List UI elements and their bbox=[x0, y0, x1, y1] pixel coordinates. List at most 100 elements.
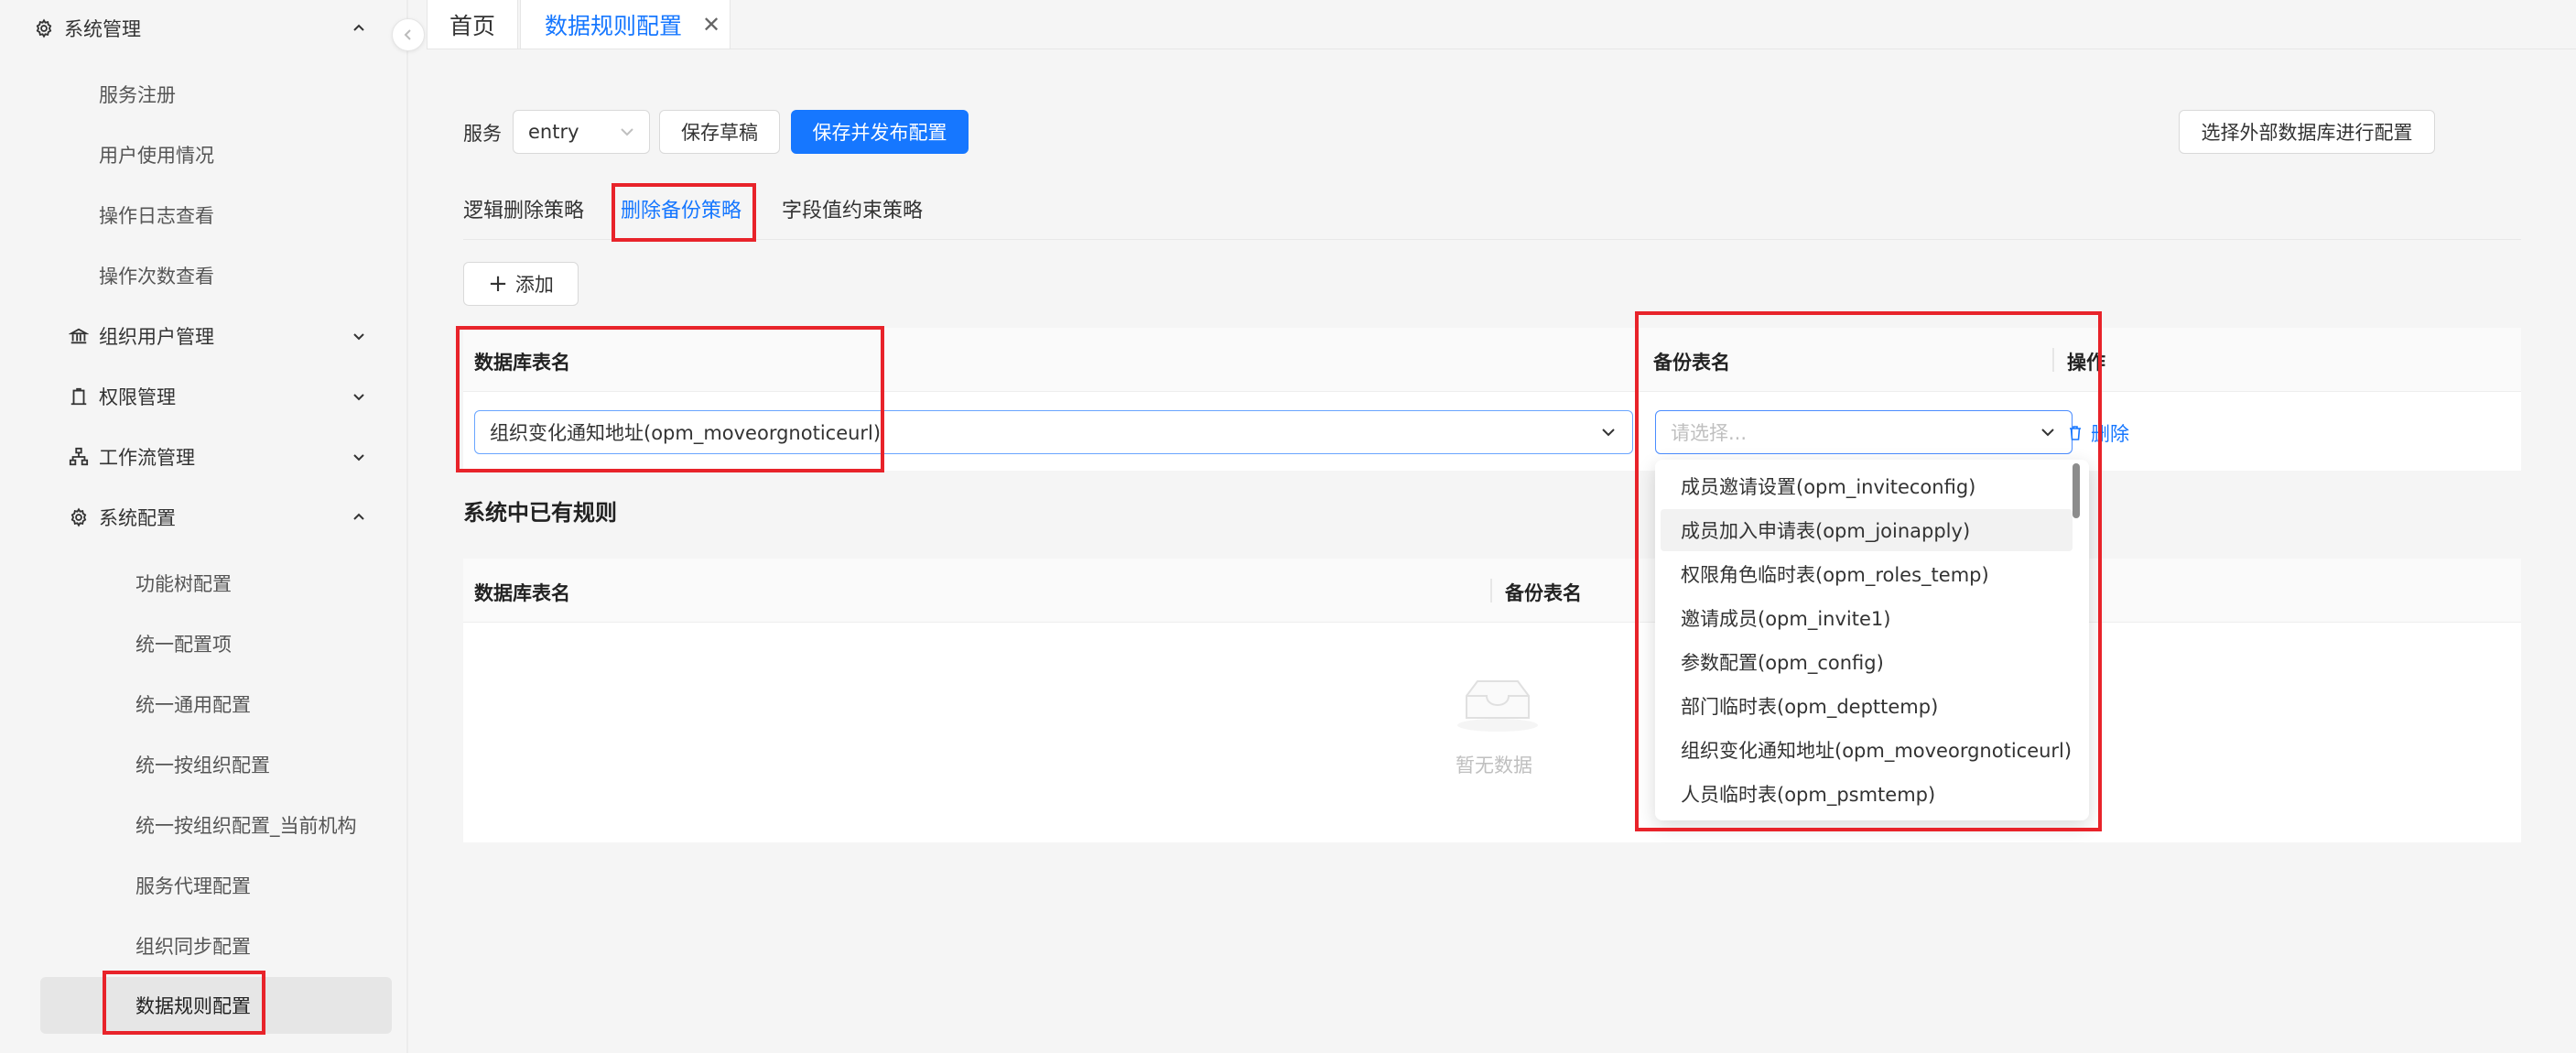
sidebar-item-unified-org[interactable]: 统一按组织配置 bbox=[135, 741, 270, 788]
plus-icon: + bbox=[488, 270, 508, 298]
service-select-value: entry bbox=[528, 121, 579, 143]
sidebar-group-label: 系统管理 bbox=[64, 18, 141, 40]
sidebar-item-label: 功能树配置 bbox=[135, 573, 232, 595]
dropdown-option[interactable]: 部门临时表(opm_depttemp) bbox=[1661, 685, 2073, 727]
edit-table-row: 组织变化通知地址(opm_moveorgnoticeurl) 请选择... 删除 bbox=[463, 392, 2521, 471]
sidebar-item-label: 组织同步配置 bbox=[135, 936, 251, 958]
chevron-left-icon bbox=[404, 29, 411, 40]
chevron-down-icon bbox=[348, 325, 370, 347]
dropdown-option[interactable]: 参数配置(opm_config) bbox=[1661, 641, 2073, 683]
table-name-select[interactable]: 组织变化通知地址(opm_moveorgnoticeurl) bbox=[474, 410, 1633, 454]
sidebar-group-system-config[interactable]: 系统配置 bbox=[0, 494, 408, 541]
tab-delete-backup[interactable]: 删除备份策略 bbox=[621, 194, 741, 223]
delete-link[interactable]: 删除 bbox=[2067, 419, 2129, 447]
backup-placeholder: 请选择... bbox=[1671, 422, 1748, 444]
sidebar-item-org-sync[interactable]: 组织同步配置 bbox=[135, 922, 251, 970]
edit-table-header: 数据库表名 备份表名 操作 bbox=[463, 328, 2521, 392]
sidebar-item-service-register[interactable]: 服务注册 bbox=[99, 71, 176, 118]
tab-logical-delete[interactable]: 逻辑删除策略 bbox=[463, 194, 584, 223]
gear-icon bbox=[68, 506, 90, 528]
tab-home[interactable]: 首页 bbox=[427, 0, 518, 49]
sidebar-item-function-tree[interactable]: 功能树配置 bbox=[135, 559, 232, 607]
sidebar-group-system-management[interactable]: 系统管理 bbox=[0, 5, 408, 52]
dropdown-option[interactable]: 人员临时表(opm_psmtemp) bbox=[1661, 773, 2073, 815]
sidebar-item-label: 统一按组织配置_当前机构 bbox=[135, 815, 357, 837]
existing-table-header: 数据库表名 备份表名 bbox=[463, 559, 2521, 623]
sidebar-item-user-usage[interactable]: 用户使用情况 bbox=[99, 131, 214, 179]
empty-text: 暂无数据 bbox=[1456, 754, 1532, 776]
dropdown-option[interactable]: 成员邀请设置(opm_inviteconfig) bbox=[1661, 465, 2073, 507]
external-db-button[interactable]: 选择外部数据库进行配置 bbox=[2179, 110, 2435, 154]
dropdown-option[interactable]: 权限角色临时表(opm_roles_temp) bbox=[1661, 553, 2073, 595]
dropdown-scrollbar[interactable] bbox=[2073, 463, 2080, 518]
sidebar-item-operation-count[interactable]: 操作次数查看 bbox=[99, 252, 214, 299]
sidebar-group-label: 系统配置 bbox=[99, 507, 176, 529]
existing-table-body: 暂无数据 bbox=[463, 623, 2521, 842]
save-publish-button[interactable]: 保存并发布配置 bbox=[791, 110, 969, 154]
sidebar-item-label: 统一配置项 bbox=[135, 634, 232, 656]
sidebar-group-permission[interactable]: 权限管理 bbox=[0, 373, 408, 420]
tab-label: 数据规则配置 bbox=[545, 12, 683, 39]
subtab-divider bbox=[463, 239, 2521, 240]
workflow-icon bbox=[68, 446, 90, 468]
sidebar-item-label: 统一按组织配置 bbox=[135, 754, 270, 776]
chevron-down-icon bbox=[2041, 429, 2054, 437]
tab-bar: 首页 数据规则配置 ✕ bbox=[427, 0, 2576, 49]
sidebar-item-unified-general[interactable]: 统一通用配置 bbox=[135, 680, 251, 728]
sidebar-item-label: 操作日志查看 bbox=[99, 205, 214, 227]
col-separator bbox=[2052, 348, 2054, 372]
sidebar-collapse-button[interactable] bbox=[392, 18, 425, 51]
sidebar: 系统管理 服务注册 用户使用情况 操作日志查看 操作次数查看 组织用户管理 权限… bbox=[0, 0, 408, 1053]
empty-box-icon bbox=[1457, 680, 1538, 732]
chevron-down-icon bbox=[348, 446, 370, 468]
sidebar-item-label: 统一通用配置 bbox=[135, 694, 251, 716]
col-backup-name: 备份表名 bbox=[1653, 352, 1730, 374]
tab-field-constraint[interactable]: 字段值约束策略 bbox=[782, 194, 923, 223]
add-button-label: 添加 bbox=[514, 274, 554, 296]
col-separator bbox=[1490, 579, 1492, 602]
permission-icon bbox=[68, 385, 90, 407]
service-select[interactable]: entry bbox=[513, 110, 650, 154]
sidebar-item-label: 操作次数查看 bbox=[99, 266, 214, 288]
trash-icon bbox=[2070, 426, 2081, 440]
tab-data-rule-config[interactable]: 数据规则配置 ✕ bbox=[520, 0, 731, 49]
gear-icon bbox=[33, 17, 55, 39]
col-backup-name: 备份表名 bbox=[1505, 582, 1582, 604]
col-separator bbox=[1637, 348, 1639, 372]
sidebar-item-label: 服务注册 bbox=[99, 84, 176, 106]
sidebar-group-label: 工作流管理 bbox=[99, 447, 195, 469]
sidebar-item-unified-org-current[interactable]: 统一按组织配置_当前机构 bbox=[135, 801, 357, 849]
dropdown-option[interactable]: 邀请成员(opm_invite1) bbox=[1661, 597, 2073, 639]
table-name-value: 组织变化通知地址(opm_moveorgnoticeurl) bbox=[490, 422, 882, 444]
col-table-name: 数据库表名 bbox=[474, 582, 570, 604]
sidebar-group-label: 组织用户管理 bbox=[99, 326, 214, 348]
chevron-up-icon bbox=[348, 17, 370, 39]
col-table-name: 数据库表名 bbox=[474, 352, 570, 374]
sidebar-group-org-user[interactable]: 组织用户管理 bbox=[0, 312, 408, 360]
sidebar-item-unified-config[interactable]: 统一配置项 bbox=[135, 620, 232, 668]
sidebar-group-workflow[interactable]: 工作流管理 bbox=[0, 433, 408, 481]
sidebar-item-data-rule[interactable]: 数据规则配置 bbox=[135, 982, 251, 1029]
dropdown-option[interactable]: 组织变化通知地址(opm_moveorgnoticeurl) bbox=[1661, 729, 2073, 771]
backup-name-select[interactable]: 请选择... bbox=[1655, 410, 2073, 454]
bank-icon bbox=[68, 325, 90, 347]
col-action: 操作 bbox=[2067, 352, 2105, 374]
sidebar-item-operation-log[interactable]: 操作日志查看 bbox=[99, 191, 214, 239]
add-button[interactable]: + 添加 bbox=[463, 262, 579, 306]
save-draft-button[interactable]: 保存草稿 bbox=[659, 110, 780, 154]
existing-rules-title: 系统中已有规则 bbox=[463, 500, 617, 526]
dropdown-option[interactable]: 成员加入申请表(opm_joinapply) bbox=[1661, 509, 2073, 551]
sidebar-item-service-proxy[interactable]: 服务代理配置 bbox=[135, 862, 251, 909]
service-label: 服务 bbox=[463, 123, 502, 145]
main-content: 服务 entry 保存草稿 保存并发布配置 选择外部数据库进行配置 逻辑删除策略… bbox=[427, 49, 2576, 1053]
delete-label: 删除 bbox=[2091, 423, 2129, 445]
sidebar-group-label: 权限管理 bbox=[99, 386, 176, 408]
sidebar-item-label: 服务代理配置 bbox=[135, 875, 251, 897]
chevron-down-icon bbox=[1602, 429, 1615, 437]
close-icon[interactable]: ✕ bbox=[702, 12, 720, 38]
chevron-up-icon bbox=[348, 506, 370, 528]
chevron-down-icon bbox=[621, 128, 633, 136]
tab-label: 首页 bbox=[449, 12, 495, 39]
sidebar-item-label: 数据规则配置 bbox=[135, 995, 251, 1017]
backup-dropdown: 成员邀请设置(opm_inviteconfig) 成员加入申请表(opm_joi… bbox=[1655, 460, 2089, 820]
